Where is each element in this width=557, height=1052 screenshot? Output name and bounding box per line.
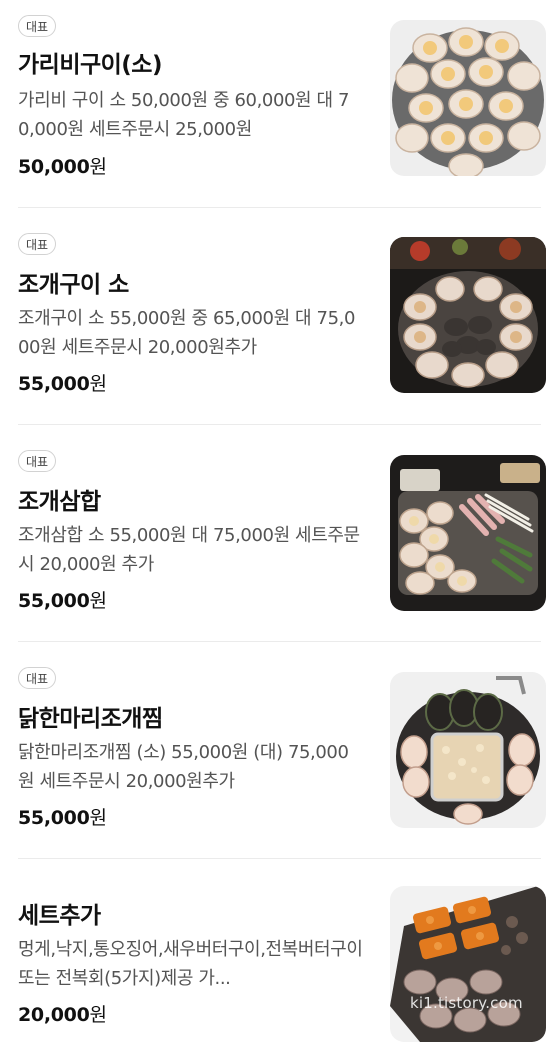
menu-item-1[interactable]: 대표 가리비구이(소) 가리비 구이 소 50,000원 중 60,000원 대… <box>18 0 546 208</box>
signature-badge: 대표 <box>18 233 57 255</box>
price-amount: 55,000 <box>18 373 90 395</box>
seafood-set-photo[interactable]: ki1.tistory.com <box>390 886 546 1042</box>
price-amount: 50,000 <box>18 156 90 178</box>
menu-item-price: 55,000원 <box>18 586 107 613</box>
signature-badge: 대표 <box>18 15 57 37</box>
menu-item-price: 55,000원 <box>18 369 107 396</box>
price-unit: 원 <box>89 1004 107 1026</box>
menu-item-price: 50,000원 <box>18 152 107 179</box>
menu-item-3[interactable]: 대표 조개삼합 조개삼합 소 55,000원 대 75,000원 세트주문시 2… <box>18 425 546 642</box>
price-unit: 원 <box>89 807 107 829</box>
menu-item-description: 조개삼합 소 55,000원 대 75,000원 세트주문시 20,000원 추… <box>18 525 360 575</box>
signature-badge: 대표 <box>18 667 57 689</box>
image-watermark: ki1.tistory.com <box>410 994 523 1012</box>
menu-item-description: 멍게,낙지,통오징어,새우버터구이,전복버터구이또는 전복회(5가지)제공 가.… <box>18 939 363 989</box>
menu-item-name: 닭한마리조개찜 <box>18 706 163 732</box>
menu-list: 대표 가리비구이(소) 가리비 구이 소 50,000원 중 60,000원 대… <box>0 0 557 1052</box>
price-unit: 원 <box>89 373 107 395</box>
price-unit: 원 <box>89 156 107 178</box>
menu-item-name: 가리비구이(소) <box>18 52 162 78</box>
menu-item-4[interactable]: 대표 닭한마리조개찜 닭한마리조개찜 (소) 55,000원 (대) 75,00… <box>18 642 546 859</box>
grilled-scallops-photo[interactable] <box>390 20 546 176</box>
menu-item-name: 세트추가 <box>18 903 101 929</box>
chicken-clam-stew-photo[interactable] <box>390 672 546 828</box>
signature-badge: 대표 <box>18 450 57 472</box>
menu-item-2[interactable]: 대표 조개구이 소 조개구이 소 55,000원 중 65,000원 대 75,… <box>18 208 546 425</box>
menu-item-description: 가리비 구이 소 50,000원 중 60,000원 대 70,000원 세트주… <box>18 90 350 140</box>
menu-item-price: 20,000원 <box>18 1000 107 1027</box>
grilled-clams-photo[interactable] <box>390 237 546 393</box>
menu-item-price: 55,000원 <box>18 803 107 830</box>
menu-item-name: 조개삼합 <box>18 489 101 515</box>
price-amount: 55,000 <box>18 590 90 612</box>
price-unit: 원 <box>89 590 107 612</box>
menu-item-description: 조개구이 소 55,000원 중 65,000원 대 75,000원 세트주문시… <box>18 308 356 358</box>
clam-samhap-photo[interactable] <box>390 455 546 611</box>
price-amount: 55,000 <box>18 807 90 829</box>
menu-item-description: 닭한마리조개찜 (소) 55,000원 (대) 75,000원 세트주문시 20… <box>18 742 349 792</box>
menu-item-name: 조개구이 소 <box>18 272 129 298</box>
price-amount: 20,000 <box>18 1004 90 1026</box>
menu-item-5[interactable]: 세트추가 멍게,낙지,통오징어,새우버터구이,전복버터구이또는 전복회(5가지)… <box>18 859 546 1052</box>
